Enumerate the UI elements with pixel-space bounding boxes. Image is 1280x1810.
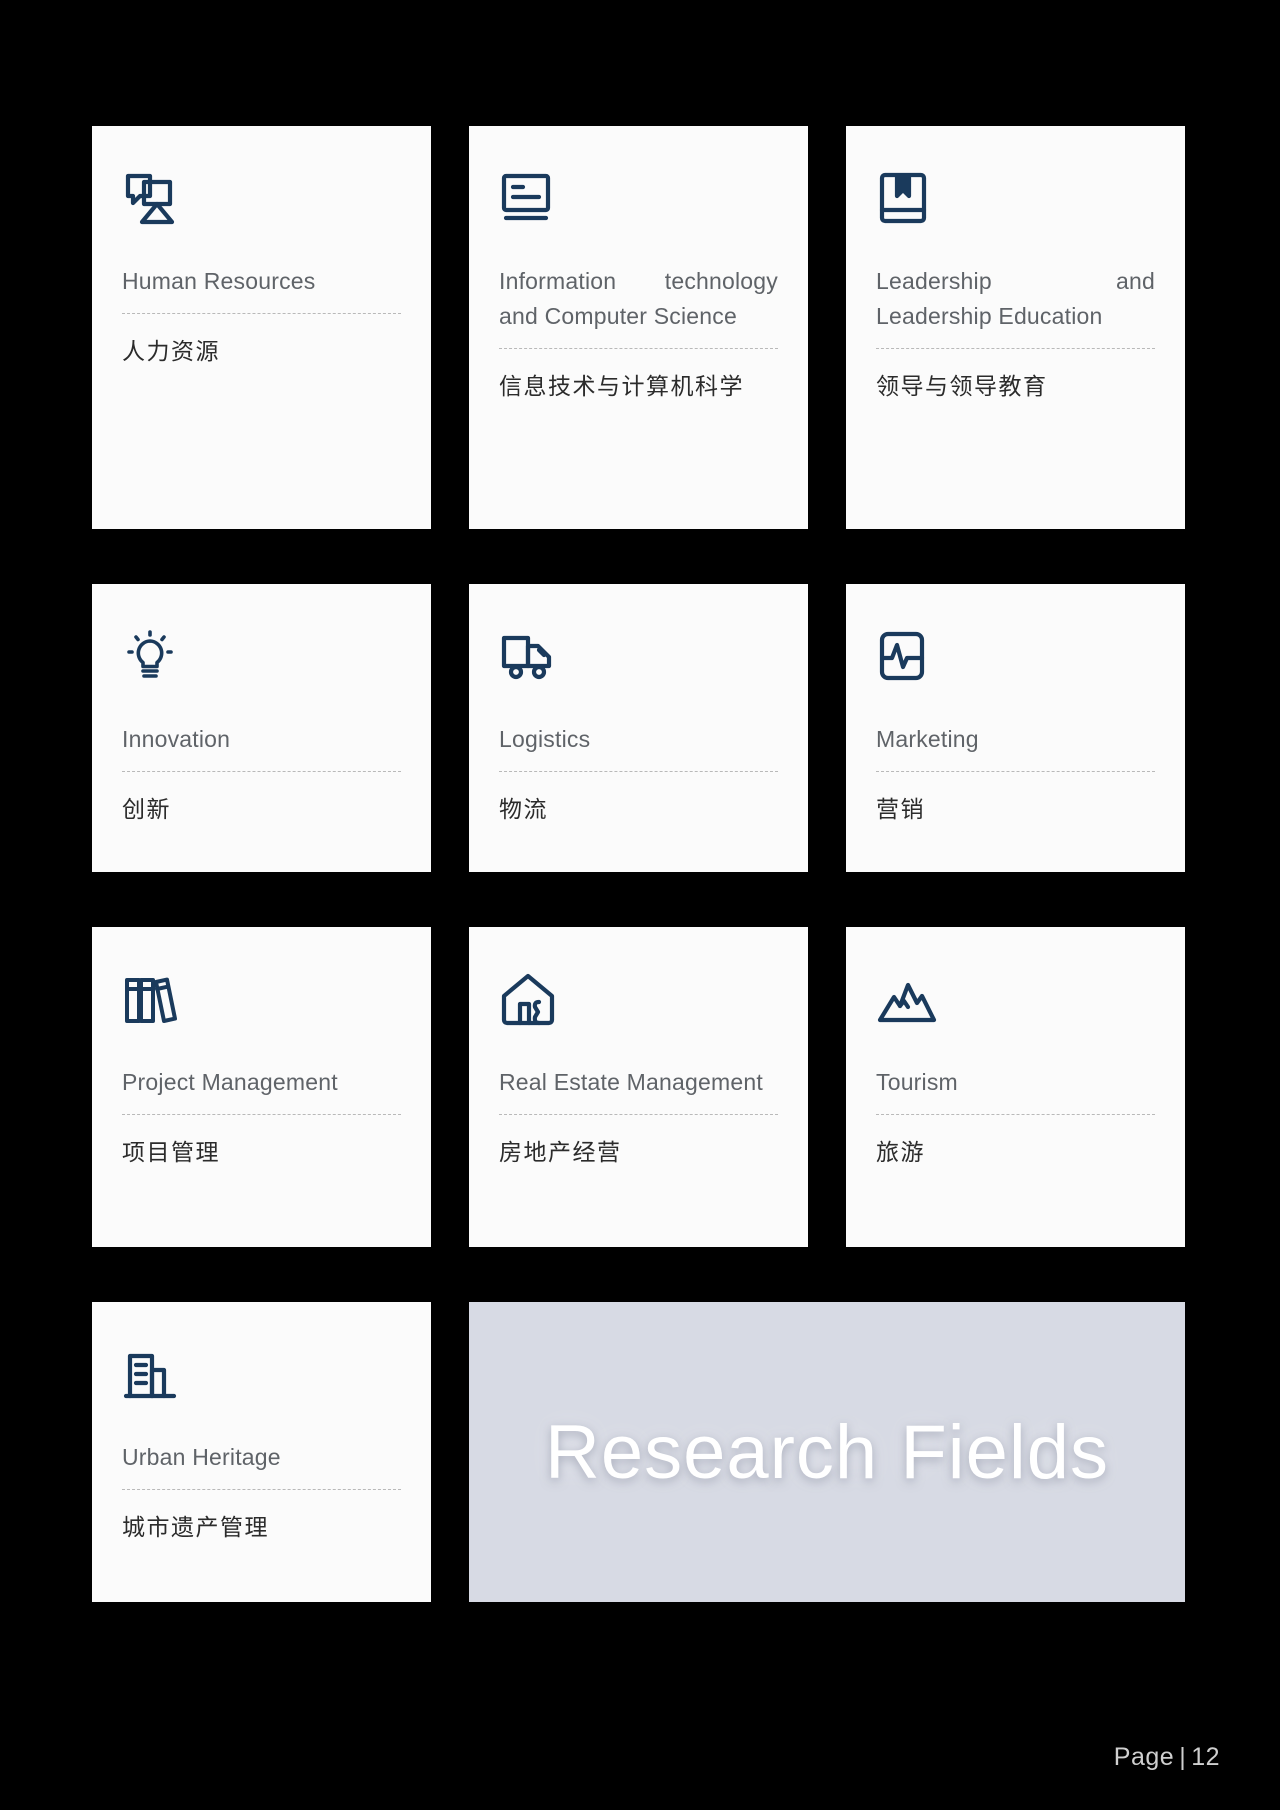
card-divider <box>876 347 1155 349</box>
card-divider <box>876 1113 1155 1115</box>
card-title-zh: 项目管理 <box>122 1138 220 1165</box>
footer-label: Page <box>1113 1743 1175 1771</box>
delivery-truck-icon <box>499 628 778 688</box>
card-divider <box>499 1113 778 1115</box>
office-buildings-icon <box>122 1346 401 1406</box>
page-footer: Page | 12 <box>1114 1743 1220 1772</box>
card-divider <box>876 770 1155 772</box>
card-human-resources[interactable]: Human Resources 人力资源 <box>92 126 431 529</box>
card-project-management[interactable]: Project Management 项目管理 <box>92 927 431 1247</box>
card-title-zh: 领导与领导教育 <box>876 372 1048 399</box>
card-title-zh: 物流 <box>499 795 548 822</box>
bookmark-book-icon <box>876 170 1155 230</box>
card-marketing[interactable]: Marketing 营销 <box>846 584 1185 872</box>
mountains-icon <box>876 971 1155 1031</box>
card-title-en: Tourism <box>876 1069 958 1095</box>
card-title-en: Marketing <box>876 726 979 752</box>
card-title-en: Human Resources <box>122 268 316 294</box>
card-title-en: Urban Heritage <box>122 1444 281 1470</box>
card-title-en: Real Estate Management <box>499 1069 763 1095</box>
card-tourism[interactable]: Tourism 旅游 <box>846 927 1185 1247</box>
card-title-en: Information technology and Computer Scie… <box>499 268 778 329</box>
card-title-en: Project Management <box>122 1069 338 1095</box>
card-innovation[interactable]: Innovation 创新 <box>92 584 431 872</box>
card-leadership[interactable]: Leadership and Leadership Education 领导与领… <box>846 126 1185 529</box>
house-person-icon <box>499 971 778 1031</box>
card-divider <box>499 770 778 772</box>
card-divider <box>122 770 401 772</box>
card-real-estate-management[interactable]: Real Estate Management 房地产经营 <box>469 927 808 1247</box>
research-fields-grid: Human Resources 人力资源 Information technol… <box>92 126 1186 1602</box>
card-title-zh: 信息技术与计算机科学 <box>499 372 744 399</box>
slide-page: Human Resources 人力资源 Information technol… <box>0 0 1280 1810</box>
card-title-en: Leadership and Leadership Education <box>876 268 1155 329</box>
research-fields-panel: Research Fields <box>469 1302 1185 1602</box>
card-title-en: Logistics <box>499 726 591 752</box>
books-icon <box>122 971 401 1031</box>
card-title-zh: 旅游 <box>876 1138 925 1165</box>
card-title-zh: 房地产经营 <box>499 1138 622 1165</box>
two-users-icon <box>122 170 401 230</box>
footer-page-number: 12 <box>1191 1743 1220 1771</box>
card-title-en: Innovation <box>122 726 231 752</box>
card-title-zh: 营销 <box>876 795 925 822</box>
card-title-zh: 城市遗产管理 <box>122 1513 269 1540</box>
card-title-zh: 创新 <box>122 795 171 822</box>
card-divider <box>122 1488 401 1490</box>
card-logistics[interactable]: Logistics 物流 <box>469 584 808 872</box>
card-information-technology[interactable]: Information technology and Computer Scie… <box>469 126 808 529</box>
card-title-zh: 人力资源 <box>122 337 220 364</box>
footer-separator: | <box>1179 1743 1187 1771</box>
card-urban-heritage[interactable]: Urban Heritage 城市遗产管理 <box>92 1302 431 1602</box>
panel-title: Research Fields <box>544 1409 1110 1495</box>
pulse-chart-icon <box>876 628 1155 688</box>
id-card-icon <box>499 170 778 230</box>
lightbulb-icon <box>122 628 401 688</box>
card-divider <box>499 347 778 349</box>
card-divider <box>122 1113 401 1115</box>
card-divider <box>122 312 401 314</box>
